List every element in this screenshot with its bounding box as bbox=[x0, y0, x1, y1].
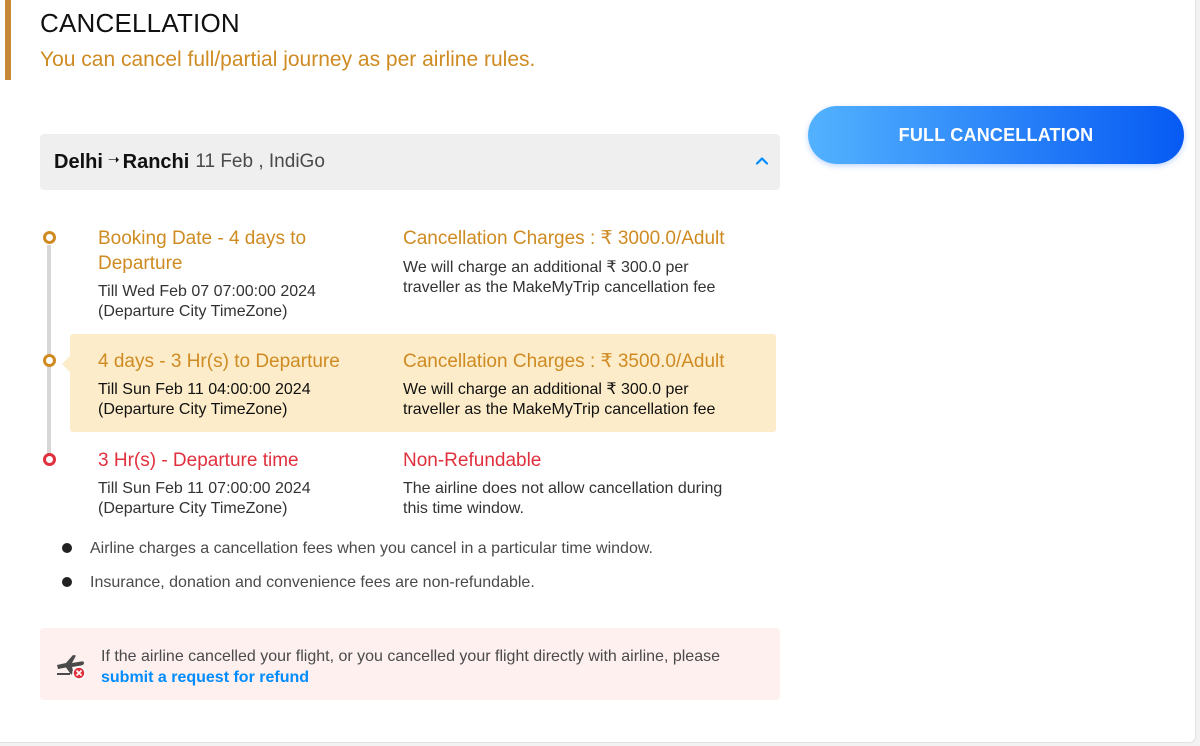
flight-meta: 11 Feb , IndiGo bbox=[195, 151, 325, 172]
timeline-dot bbox=[43, 354, 56, 367]
timeline-dot bbox=[43, 231, 56, 244]
chevron-up-icon[interactable] bbox=[754, 153, 770, 169]
slot-title: Booking Date - 4 days to Departure bbox=[98, 228, 307, 274]
flight-header[interactable]: Delhi ➝ Ranchi 11 Feb , IndiGo bbox=[40, 134, 780, 190]
slot-till: Till Sun Feb 11 04:00:00 2024 bbox=[98, 381, 311, 398]
timeline-line bbox=[47, 245, 51, 460]
full-cancellation-button[interactable]: FULL CANCELLATION bbox=[808, 106, 1184, 164]
cancellation-charge: Cancellation Charges : ₹ 3500.0/Adult bbox=[403, 351, 725, 372]
slot-timezone: (Departure City TimeZone) bbox=[98, 401, 288, 418]
non-refundable-label: Non-Refundable bbox=[403, 450, 542, 471]
flight-destination: Ranchi bbox=[122, 150, 190, 173]
flight-cancelled-icon bbox=[57, 655, 86, 680]
slot-timezone: (Departure City TimeZone) bbox=[98, 303, 288, 320]
flight-origin: Delhi bbox=[54, 150, 103, 173]
charge-description: We will charge an additional ₹ 300.0 per… bbox=[403, 259, 716, 296]
slot-title: 3 Hr(s) - Departure time bbox=[98, 450, 299, 471]
bullet-icon bbox=[62, 577, 72, 587]
refund-text: If the airline cancelled your flight, or… bbox=[101, 648, 720, 665]
slot-timezone: (Departure City TimeZone) bbox=[98, 500, 288, 517]
refund-message: If the airline cancelled your flight, or… bbox=[101, 646, 761, 688]
section-title: CANCELLATION bbox=[40, 8, 240, 38]
note-text: Insurance, donation and convenience fees… bbox=[90, 574, 535, 591]
cancellation-charge: Cancellation Charges : ₹ 3000.0/Adult bbox=[403, 228, 725, 249]
submit-refund-request-link[interactable]: submit a request for refund bbox=[101, 669, 309, 686]
charge-description: The airline does not allow cancellation … bbox=[403, 480, 723, 517]
slot-till: Till Sun Feb 11 07:00:00 2024 bbox=[98, 480, 311, 497]
bullet-icon bbox=[62, 543, 72, 553]
section-accent-bar bbox=[5, 0, 11, 80]
arrow-right-icon: ➝ bbox=[107, 150, 120, 167]
cancellation-card: CANCELLATION You can cancel full/partial… bbox=[0, 0, 1196, 743]
section-subtitle: You can cancel full/partial journey as p… bbox=[40, 48, 536, 71]
note-text: Airline charges a cancellation fees when… bbox=[90, 540, 653, 557]
refund-info-box: If the airline cancelled your flight, or… bbox=[40, 628, 780, 700]
charge-description: We will charge an additional ₹ 300.0 per… bbox=[403, 381, 716, 418]
current-slot-pointer bbox=[62, 356, 70, 372]
slot-title: 4 days - 3 Hr(s) to Departure bbox=[98, 351, 340, 372]
slot-till: Till Wed Feb 07 07:00:00 2024 bbox=[98, 283, 316, 300]
timeline-dot bbox=[43, 453, 56, 466]
